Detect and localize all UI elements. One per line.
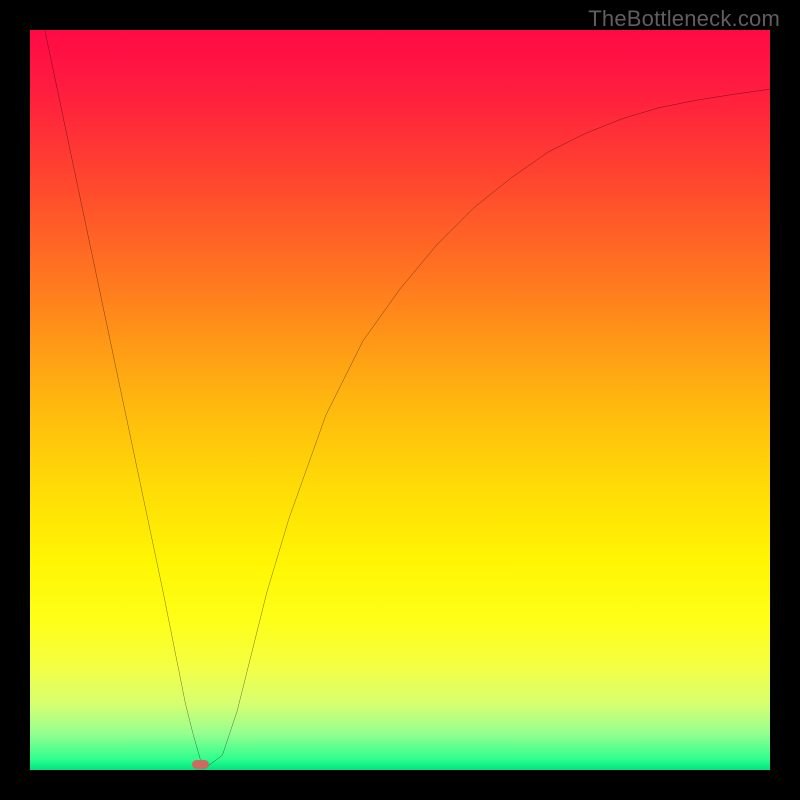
optimal-marker <box>192 760 209 769</box>
chart-frame: TheBottleneck.com <box>0 0 800 800</box>
plot-area <box>30 30 770 770</box>
watermark-text: TheBottleneck.com <box>588 6 780 32</box>
curve-layer <box>30 30 770 770</box>
curve-path <box>45 30 770 766</box>
